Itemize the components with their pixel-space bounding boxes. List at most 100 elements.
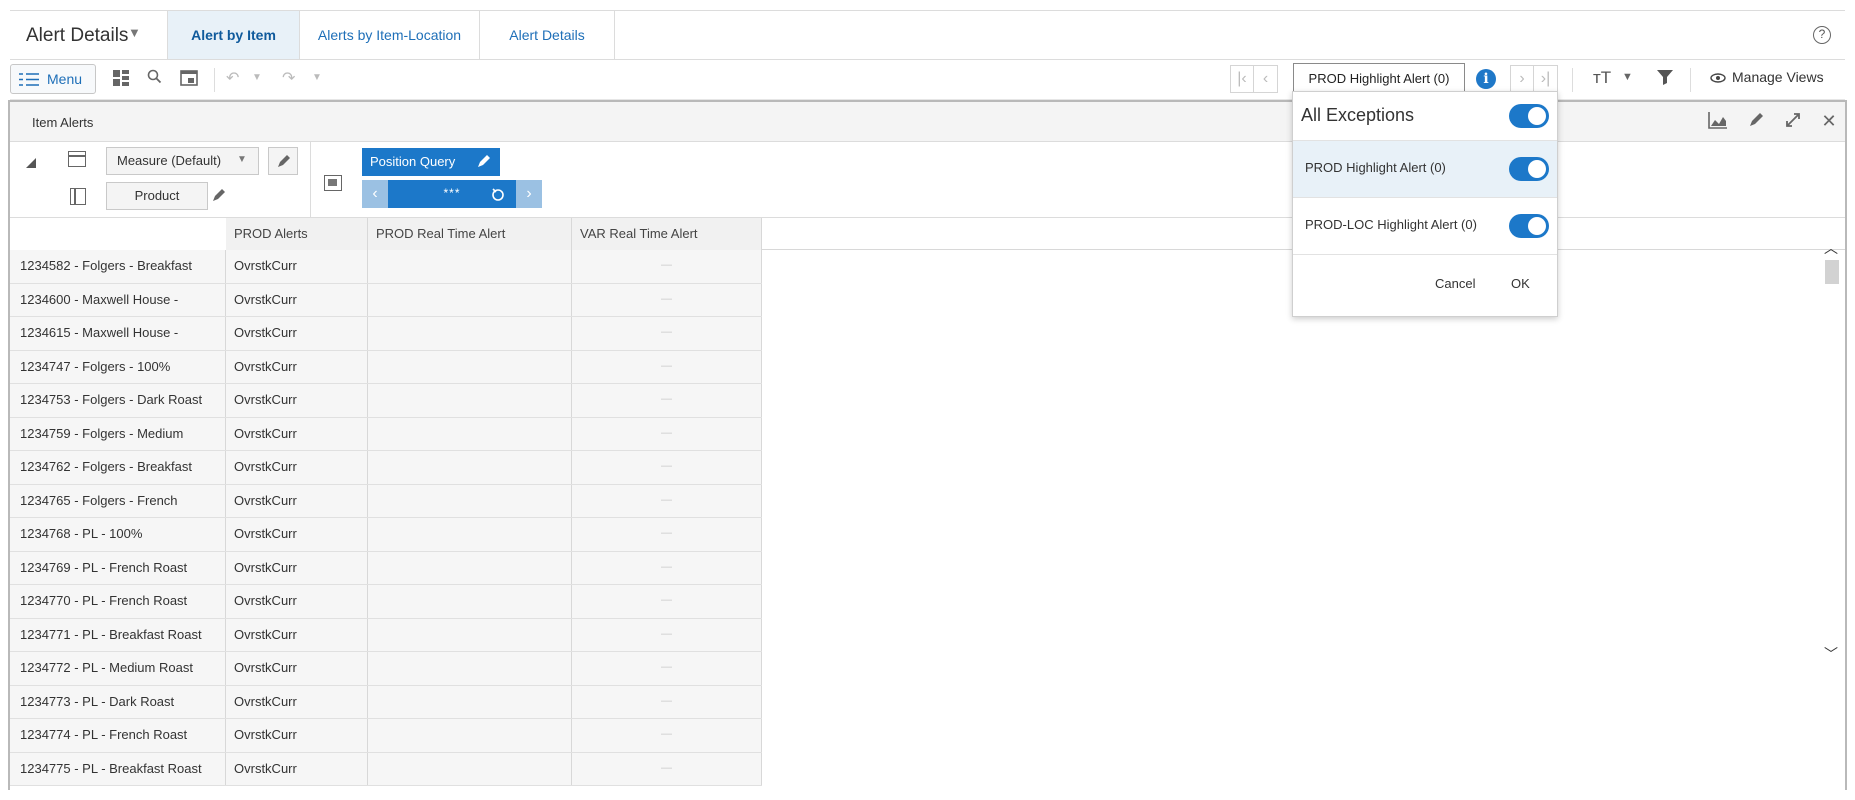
prod-real-time-alert-cell[interactable] <box>368 384 572 417</box>
search-icon[interactable] <box>144 68 166 90</box>
table-row[interactable]: 1234769 - PL - French Roast OvrstkCurr — <box>10 551 762 585</box>
help-icon[interactable]: ? <box>1813 26 1831 44</box>
row-item-name[interactable]: 1234753 - Folgers - Dark Roast <box>10 384 226 417</box>
expand-icon[interactable] <box>1782 111 1804 133</box>
row-item-name[interactable]: 1234759 - Folgers - Medium <box>10 417 226 450</box>
previous-icon[interactable]: ‹ <box>1254 65 1278 93</box>
scroll-thumb[interactable] <box>1825 260 1839 284</box>
prod-real-time-alert-cell[interactable] <box>368 518 572 551</box>
redo-dropdown-icon[interactable]: ▼ <box>312 72 322 83</box>
scroll-up-icon[interactable]: ︿ <box>1818 238 1844 256</box>
var-real-time-alert-cell[interactable]: — <box>572 618 762 651</box>
table-row[interactable]: 1234615 - Maxwell House - OvrstkCurr — <box>10 317 762 351</box>
prod-alerts-cell[interactable]: OvrstkCurr <box>226 585 368 618</box>
var-real-time-alert-cell[interactable]: — <box>572 685 762 718</box>
row-item-name[interactable]: 1234774 - PL - French Roast <box>10 719 226 752</box>
info-icon[interactable]: i <box>1476 69 1496 89</box>
table-row[interactable]: 1234774 - PL - French Roast OvrstkCurr — <box>10 719 762 753</box>
prod-alerts-cell[interactable]: OvrstkCurr <box>226 752 368 785</box>
next-icon[interactable]: › <box>1510 65 1534 93</box>
next-position-icon[interactable]: › <box>516 180 542 208</box>
row-item-name[interactable]: 1234762 - Folgers - Breakfast <box>10 451 226 484</box>
row-item-name[interactable]: 1234768 - PL - 100% <box>10 518 226 551</box>
prod-real-time-alert-cell[interactable] <box>368 451 572 484</box>
prod-alerts-cell[interactable]: OvrstkCurr <box>226 551 368 584</box>
prod-highlight-toggle[interactable] <box>1509 157 1549 181</box>
var-real-time-alert-cell[interactable]: — <box>572 384 762 417</box>
layout-icon[interactable] <box>110 68 132 90</box>
table-row[interactable]: 1234600 - Maxwell House - OvrstkCurr — <box>10 283 762 317</box>
prod-real-time-alert-cell[interactable] <box>368 652 572 685</box>
var-real-time-alert-cell[interactable]: — <box>572 417 762 450</box>
var-real-time-alert-cell[interactable]: — <box>572 551 762 584</box>
first-page-icon[interactable]: |‹ <box>1230 65 1254 93</box>
table-row[interactable]: 1234747 - Folgers - 100% OvrstkCurr — <box>10 350 762 384</box>
export-icon[interactable] <box>178 68 200 90</box>
edit-icon[interactable] <box>476 153 492 169</box>
prod-alerts-cell[interactable]: OvrstkCurr <box>226 719 368 752</box>
prod-real-time-alert-cell[interactable] <box>368 417 572 450</box>
menu-button[interactable]: Menu <box>10 64 96 94</box>
last-page-icon[interactable]: ›| <box>1534 65 1558 93</box>
column-header[interactable]: PROD Real Time Alert <box>368 218 572 250</box>
table-row[interactable]: 1234775 - PL - Breakfast Roast OvrstkCurr… <box>10 752 762 786</box>
prod-real-time-alert-cell[interactable] <box>368 551 572 584</box>
row-item-name[interactable]: 1234775 - PL - Breakfast Roast <box>10 752 226 785</box>
row-item-name[interactable]: 1234772 - PL - Medium Roast <box>10 652 226 685</box>
var-real-time-alert-cell[interactable]: — <box>572 451 762 484</box>
scroll-down-icon[interactable]: ﹀ <box>1818 644 1844 662</box>
prod-real-time-alert-cell[interactable] <box>368 685 572 718</box>
reset-icon[interactable] <box>490 186 506 202</box>
prod-real-time-alert-cell[interactable] <box>368 484 572 517</box>
row-item-name[interactable]: 1234773 - PL - Dark Roast <box>10 685 226 718</box>
table-row[interactable]: 1234582 - Folgers - Breakfast OvrstkCurr — <box>10 250 762 284</box>
row-item-name[interactable]: 1234600 - Maxwell House - <box>10 283 226 316</box>
var-real-time-alert-cell[interactable]: — <box>572 484 762 517</box>
row-item-name[interactable]: 1234769 - PL - French Roast <box>10 551 226 584</box>
table-row[interactable]: 1234762 - Folgers - Breakfast OvrstkCurr — <box>10 451 762 485</box>
var-real-time-alert-cell[interactable]: — <box>572 752 762 785</box>
edit-icon[interactable] <box>1745 111 1767 133</box>
prod-alerts-cell[interactable]: OvrstkCurr <box>226 618 368 651</box>
var-real-time-alert-cell[interactable]: — <box>572 518 762 551</box>
row-item-name[interactable]: 1234615 - Maxwell House - <box>10 317 226 350</box>
row-item-name[interactable]: 1234765 - Folgers - French <box>10 484 226 517</box>
prod-real-time-alert-cell[interactable] <box>368 618 572 651</box>
prod-alerts-cell[interactable]: OvrstkCurr <box>226 384 368 417</box>
cancel-button[interactable]: Cancel <box>1435 276 1475 291</box>
chart-icon[interactable] <box>1707 111 1729 133</box>
var-real-time-alert-cell[interactable]: — <box>572 350 762 383</box>
row-item-name[interactable]: 1234747 - Folgers - 100% <box>10 350 226 383</box>
var-real-time-alert-cell[interactable]: — <box>572 317 762 350</box>
previous-position-icon[interactable]: ‹ <box>362 180 388 208</box>
collapse-icon[interactable] <box>26 158 36 168</box>
table-row[interactable]: 1234772 - PL - Medium Roast OvrstkCurr — <box>10 652 762 686</box>
manage-views-button[interactable]: Manage Views <box>1732 69 1824 85</box>
chevron-down-icon[interactable]: ▼ <box>1622 71 1633 83</box>
chevron-down-icon[interactable]: ▼ <box>128 25 141 40</box>
prod-alerts-cell[interactable]: OvrstkCurr <box>226 518 368 551</box>
table-row[interactable]: 1234771 - PL - Breakfast Roast OvrstkCurr… <box>10 618 762 652</box>
undo-dropdown-icon[interactable]: ▼ <box>252 72 262 83</box>
prod-real-time-alert-cell[interactable] <box>368 719 572 752</box>
font-size-icon[interactable]: ᴛT <box>1593 68 1611 88</box>
var-real-time-alert-cell[interactable]: — <box>572 652 762 685</box>
row-item-name[interactable]: 1234582 - Folgers - Breakfast <box>10 250 226 283</box>
vertical-scrollbar[interactable]: ︿ ﹀ <box>1818 240 1844 672</box>
table-row[interactable]: 1234753 - Folgers - Dark Roast OvrstkCurr… <box>10 384 762 418</box>
undo-icon[interactable]: ↶ <box>226 68 239 88</box>
ok-button[interactable]: OK <box>1511 276 1530 291</box>
prod-alerts-cell[interactable]: OvrstkCurr <box>226 317 368 350</box>
prod-alerts-cell[interactable]: OvrstkCurr <box>226 350 368 383</box>
prod-real-time-alert-cell[interactable] <box>368 585 572 618</box>
prod-alerts-cell[interactable]: OvrstkCurr <box>226 484 368 517</box>
var-real-time-alert-cell[interactable]: — <box>572 250 762 283</box>
product-edit-button[interactable] <box>204 182 234 210</box>
prod-real-time-alert-cell[interactable] <box>368 250 572 283</box>
var-real-time-alert-cell[interactable]: — <box>572 585 762 618</box>
prod-real-time-alert-cell[interactable] <box>368 752 572 785</box>
filter-icon[interactable] <box>1656 68 1674 86</box>
row-item-name[interactable]: 1234771 - PL - Breakfast Roast <box>10 618 226 651</box>
prod-alerts-cell[interactable]: OvrstkCurr <box>226 250 368 283</box>
prod-real-time-alert-cell[interactable] <box>368 350 572 383</box>
